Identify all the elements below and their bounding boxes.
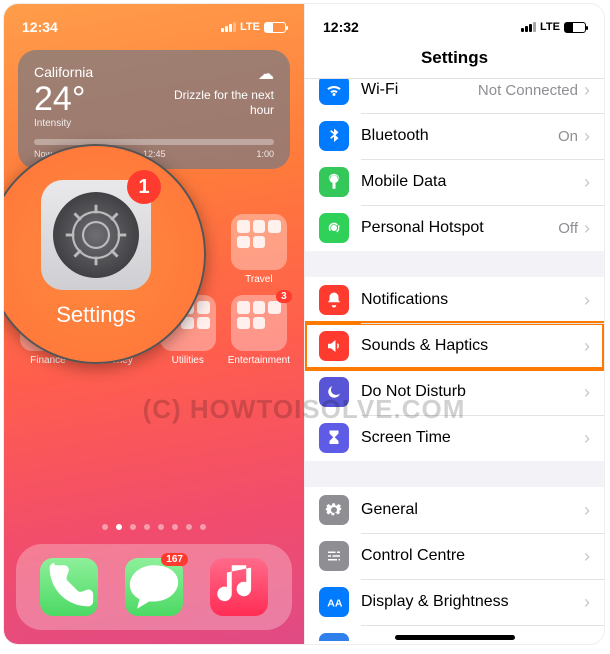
row-value: Off bbox=[558, 220, 578, 237]
settings-row-sounds-haptics[interactable]: Sounds & Haptics› bbox=[305, 323, 604, 369]
sound-icon bbox=[319, 331, 349, 361]
wifi-icon bbox=[319, 79, 349, 105]
signal-icon bbox=[521, 22, 536, 32]
message-icon bbox=[125, 558, 183, 616]
settings-row-bluetooth[interactable]: BluetoothOn › bbox=[305, 113, 604, 159]
battery-icon bbox=[264, 22, 286, 33]
folder-label: Entertainment bbox=[228, 355, 290, 366]
page-dots[interactable] bbox=[4, 524, 304, 530]
folder-label: Travel bbox=[245, 274, 272, 285]
row-label: Sounds & Haptics bbox=[361, 337, 584, 355]
row-label: Notifications bbox=[361, 291, 584, 309]
chevron-right-icon: › bbox=[584, 290, 590, 311]
chevron-right-icon: › bbox=[584, 546, 590, 567]
folder-label: Utilities bbox=[172, 355, 204, 366]
weather-temperature: 24° bbox=[34, 82, 93, 116]
settings-row-notifications[interactable]: Notifications› bbox=[305, 277, 604, 323]
settings-row-do-not-disturb[interactable]: Do Not Disturb› bbox=[305, 369, 604, 415]
chevron-right-icon: › bbox=[584, 218, 590, 239]
chevron-right-icon: › bbox=[584, 126, 590, 147]
hourglass-icon bbox=[319, 423, 349, 453]
chevron-right-icon: › bbox=[584, 172, 590, 193]
row-value: Not Connected bbox=[478, 82, 578, 99]
folder-travel[interactable]: Travel bbox=[228, 214, 290, 285]
status-right: LTE bbox=[521, 21, 586, 33]
grid-icon bbox=[319, 633, 349, 641]
row-label: Screen Time bbox=[361, 429, 584, 447]
chevron-right-icon: › bbox=[584, 336, 590, 357]
settings-row-mobile-data[interactable]: Mobile Data› bbox=[305, 159, 604, 205]
moon-icon bbox=[319, 377, 349, 407]
status-bar-left: 12:34 LTE bbox=[4, 4, 304, 42]
row-label: Control Centre bbox=[361, 547, 584, 565]
music-icon bbox=[210, 558, 268, 616]
weather-location: California bbox=[34, 64, 93, 80]
dock: 167 bbox=[16, 544, 292, 630]
settings-label: Settings bbox=[56, 302, 136, 328]
bluetooth-icon bbox=[319, 121, 349, 151]
settings-list[interactable]: Wi-FiNot Connected›BluetoothOn›Mobile Da… bbox=[305, 79, 604, 641]
settings-row-personal-hotspot[interactable]: Personal HotspotOff › bbox=[305, 205, 604, 251]
weather-forecast: Drizzle for the next hour bbox=[164, 88, 274, 118]
row-label: Display & Brightness bbox=[361, 593, 584, 611]
row-label: Mobile Data bbox=[361, 173, 584, 191]
dock-phone[interactable] bbox=[40, 558, 98, 616]
chevron-right-icon: › bbox=[584, 382, 590, 403]
aa-icon: AA bbox=[319, 587, 349, 617]
home-indicator[interactable] bbox=[395, 635, 515, 640]
antenna-icon bbox=[319, 167, 349, 197]
phone-icon bbox=[40, 558, 98, 616]
dock-messages[interactable]: 167 bbox=[125, 558, 183, 616]
sliders-icon bbox=[319, 541, 349, 571]
row-label: General bbox=[361, 501, 584, 519]
row-label: Wi-Fi bbox=[361, 81, 478, 99]
status-right: LTE bbox=[221, 21, 286, 33]
network-label: LTE bbox=[540, 21, 560, 33]
status-time: 12:34 bbox=[22, 19, 58, 35]
settings-row-wi-fi[interactable]: Wi-FiNot Connected › bbox=[305, 79, 604, 113]
chevron-right-icon: › bbox=[584, 428, 590, 449]
navbar-title: Settings bbox=[305, 42, 604, 79]
settings-screen: 12:32 LTE Settings Wi-FiNot Connected›Bl… bbox=[304, 4, 604, 644]
dock-music[interactable] bbox=[210, 558, 268, 616]
gear-icon bbox=[53, 192, 139, 278]
settings-app-icon[interactable]: 1 bbox=[41, 180, 151, 290]
settings-row-display-brightness[interactable]: AA Display & Brightness› bbox=[305, 579, 604, 625]
settings-row-control-centre[interactable]: Control Centre› bbox=[305, 533, 604, 579]
folder-badge: 3 bbox=[276, 290, 292, 303]
hotspot-icon bbox=[319, 213, 349, 243]
home-screen: 12:34 LTE California 24° Intensity ☁︎ Dr… bbox=[4, 4, 304, 644]
settings-badge: 1 bbox=[127, 170, 161, 204]
chevron-right-icon: › bbox=[584, 638, 590, 642]
status-bar-right: 12:32 LTE bbox=[305, 4, 604, 42]
chevron-right-icon: › bbox=[584, 500, 590, 521]
signal-icon bbox=[221, 22, 236, 32]
folder-entertainment[interactable]: 3 Entertainment bbox=[228, 295, 290, 366]
chevron-right-icon: › bbox=[584, 80, 590, 101]
bell-icon bbox=[319, 285, 349, 315]
status-time: 12:32 bbox=[323, 19, 359, 35]
network-label: LTE bbox=[240, 21, 260, 33]
chevron-right-icon: › bbox=[584, 592, 590, 613]
weather-intensity-bar bbox=[34, 139, 274, 145]
row-label: Bluetooth bbox=[361, 127, 558, 145]
svg-text:AA: AA bbox=[327, 598, 343, 610]
row-label: Personal Hotspot bbox=[361, 219, 558, 237]
cloud-icon: ☁︎ bbox=[164, 64, 274, 84]
battery-icon bbox=[564, 22, 586, 33]
settings-row-screen-time[interactable]: Screen Time› bbox=[305, 415, 604, 461]
row-label: Do Not Disturb bbox=[361, 383, 584, 401]
gear-icon bbox=[319, 495, 349, 525]
settings-row-general[interactable]: General› bbox=[305, 487, 604, 533]
messages-badge: 167 bbox=[161, 553, 188, 566]
weather-intensity-label: Intensity bbox=[34, 118, 93, 129]
row-value: On bbox=[558, 128, 578, 145]
